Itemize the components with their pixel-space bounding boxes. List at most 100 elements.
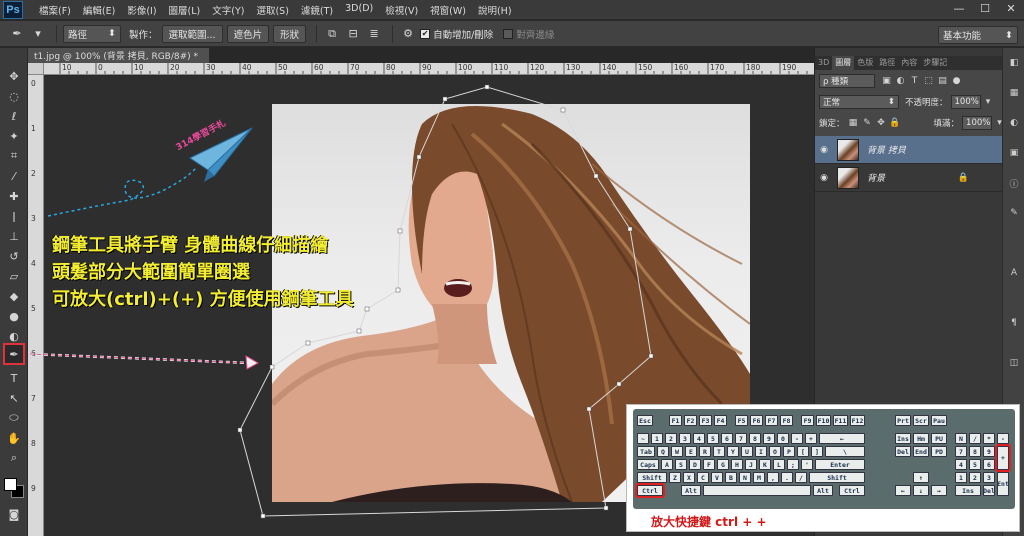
key-f7: F7	[765, 415, 778, 426]
key-tilde: ~	[637, 433, 649, 444]
key-y: Y	[727, 446, 739, 457]
key-6: 6	[721, 433, 733, 444]
key-f1: F1	[669, 415, 682, 426]
key-alt-left: Alt	[681, 485, 701, 496]
key-comma: ,	[767, 472, 779, 483]
key-alt-right: Alt	[813, 485, 833, 496]
key-f: F	[703, 459, 715, 470]
key-page-down: PD	[931, 446, 947, 457]
key-g: G	[717, 459, 729, 470]
key-num-2: 2	[969, 472, 981, 483]
key-pause: Pau	[931, 415, 947, 426]
key-num-multiply: *	[983, 433, 995, 444]
key-t: T	[713, 446, 725, 457]
key-h: H	[731, 459, 743, 470]
key-j: J	[745, 459, 757, 470]
key-f10: F10	[816, 415, 831, 426]
key-backslash: \	[825, 446, 865, 457]
key-num-0: Ins	[955, 485, 981, 496]
key-d: D	[689, 459, 701, 470]
foreground-color-swatch[interactable]	[4, 478, 17, 491]
key-7: 7	[735, 433, 747, 444]
key-3: 3	[679, 433, 691, 444]
key-c: C	[697, 472, 709, 483]
key-p: P	[783, 446, 795, 457]
key-semicolon: ;	[787, 459, 799, 470]
key-minus: -	[791, 433, 803, 444]
key-0: 0	[777, 433, 789, 444]
key-num-3: 3	[983, 472, 995, 483]
keyboard-shortcut-inset: Esc F1 F2 F3 F 4 F5 F6 F7 F8 F9 F10 F11 F…	[626, 404, 1020, 532]
key-num-8: 8	[969, 446, 981, 457]
key-slash: /	[795, 472, 807, 483]
key-num-decimal: Del	[983, 485, 995, 496]
key-4: 4	[693, 433, 705, 444]
key-o: O	[769, 446, 781, 457]
key-ctrl-left: Ctrl	[635, 483, 665, 498]
key-num-minus: -	[997, 433, 1009, 444]
key-num-divide: /	[969, 433, 981, 444]
key-space	[703, 485, 811, 496]
key-f11: F11	[833, 415, 848, 426]
key-q: Q	[657, 446, 669, 457]
shortcut-caption: 放大快捷鍵 ctrl + +	[651, 515, 767, 529]
key-n: N	[739, 472, 751, 483]
key-f12: F12	[850, 415, 865, 426]
key-tab: Tab	[637, 446, 655, 457]
key-num-6: 6	[983, 459, 995, 470]
key-u: U	[741, 446, 753, 457]
key-num-4: 4	[955, 459, 967, 470]
key-num-9: 9	[983, 446, 995, 457]
key-num-lock: N	[955, 433, 967, 444]
key-arrow-right: →	[931, 485, 947, 496]
key-k: K	[759, 459, 771, 470]
key-enter: Enter	[815, 459, 865, 470]
key-insert: Ins	[895, 433, 911, 444]
key-w: W	[671, 446, 683, 457]
key-9: 9	[763, 433, 775, 444]
instruction-annotation: 鋼筆工具將手臂 身體曲線仔細描繪 頭髮部分大範圍簡單圈選 可放大(ctrl)+(…	[52, 232, 354, 313]
keyboard-illustration: Esc F1 F2 F3 F 4 F5 F6 F7 F8 F9 F10 F11 F…	[633, 409, 1015, 509]
key-e: E	[685, 446, 697, 457]
key-r: R	[699, 446, 711, 457]
key-f2: F2	[684, 415, 697, 426]
key-num-7: 7	[955, 446, 967, 457]
key-num-enter: Ent	[997, 472, 1009, 496]
key-arrow-down: ↓	[913, 485, 929, 496]
key-l: L	[773, 459, 785, 470]
key-num-5: 5	[969, 459, 981, 470]
key-b: B	[725, 472, 737, 483]
annotation-line: 可放大(ctrl)+(+) 方便使用鋼筆工具	[52, 289, 354, 310]
key-home: Hm	[913, 433, 929, 444]
key-a: A	[661, 459, 673, 470]
key-shift-right: Shift	[809, 472, 865, 483]
key-caps-lock: Caps	[637, 459, 659, 470]
key-period: .	[781, 472, 793, 483]
key-m: M	[753, 472, 765, 483]
key-s: S	[675, 459, 687, 470]
key-x: X	[683, 472, 695, 483]
key-end: End	[913, 446, 929, 457]
key-1: 1	[651, 433, 663, 444]
key-bracket-left: [	[797, 446, 809, 457]
key-f6: F6	[750, 415, 763, 426]
key-5: 5	[707, 433, 719, 444]
key-quote: '	[801, 459, 813, 470]
key-esc: Esc	[637, 415, 653, 426]
key-backspace: ←	[819, 433, 865, 444]
key-equals: +	[805, 433, 817, 444]
key-i: I	[755, 446, 767, 457]
key-f3: F3	[699, 415, 712, 426]
key-arrow-left: ←	[895, 485, 911, 496]
key-num-1: 1	[955, 472, 967, 483]
annotation-line: 鋼筆工具將手臂 身體曲線仔細描繪	[52, 235, 329, 256]
annotation-line: 頭髮部分大範圍簡單圈選	[52, 262, 250, 283]
key-f9: F9	[801, 415, 814, 426]
key-f5: F5	[735, 415, 748, 426]
key-arrow-up: ↑	[913, 472, 929, 483]
key-num-plus: +	[995, 444, 1011, 472]
key-print-screen: Prt	[895, 415, 911, 426]
key-ctrl-right: Ctrl	[839, 485, 865, 496]
key-delete: Del	[895, 446, 911, 457]
key-f8: F8	[780, 415, 793, 426]
